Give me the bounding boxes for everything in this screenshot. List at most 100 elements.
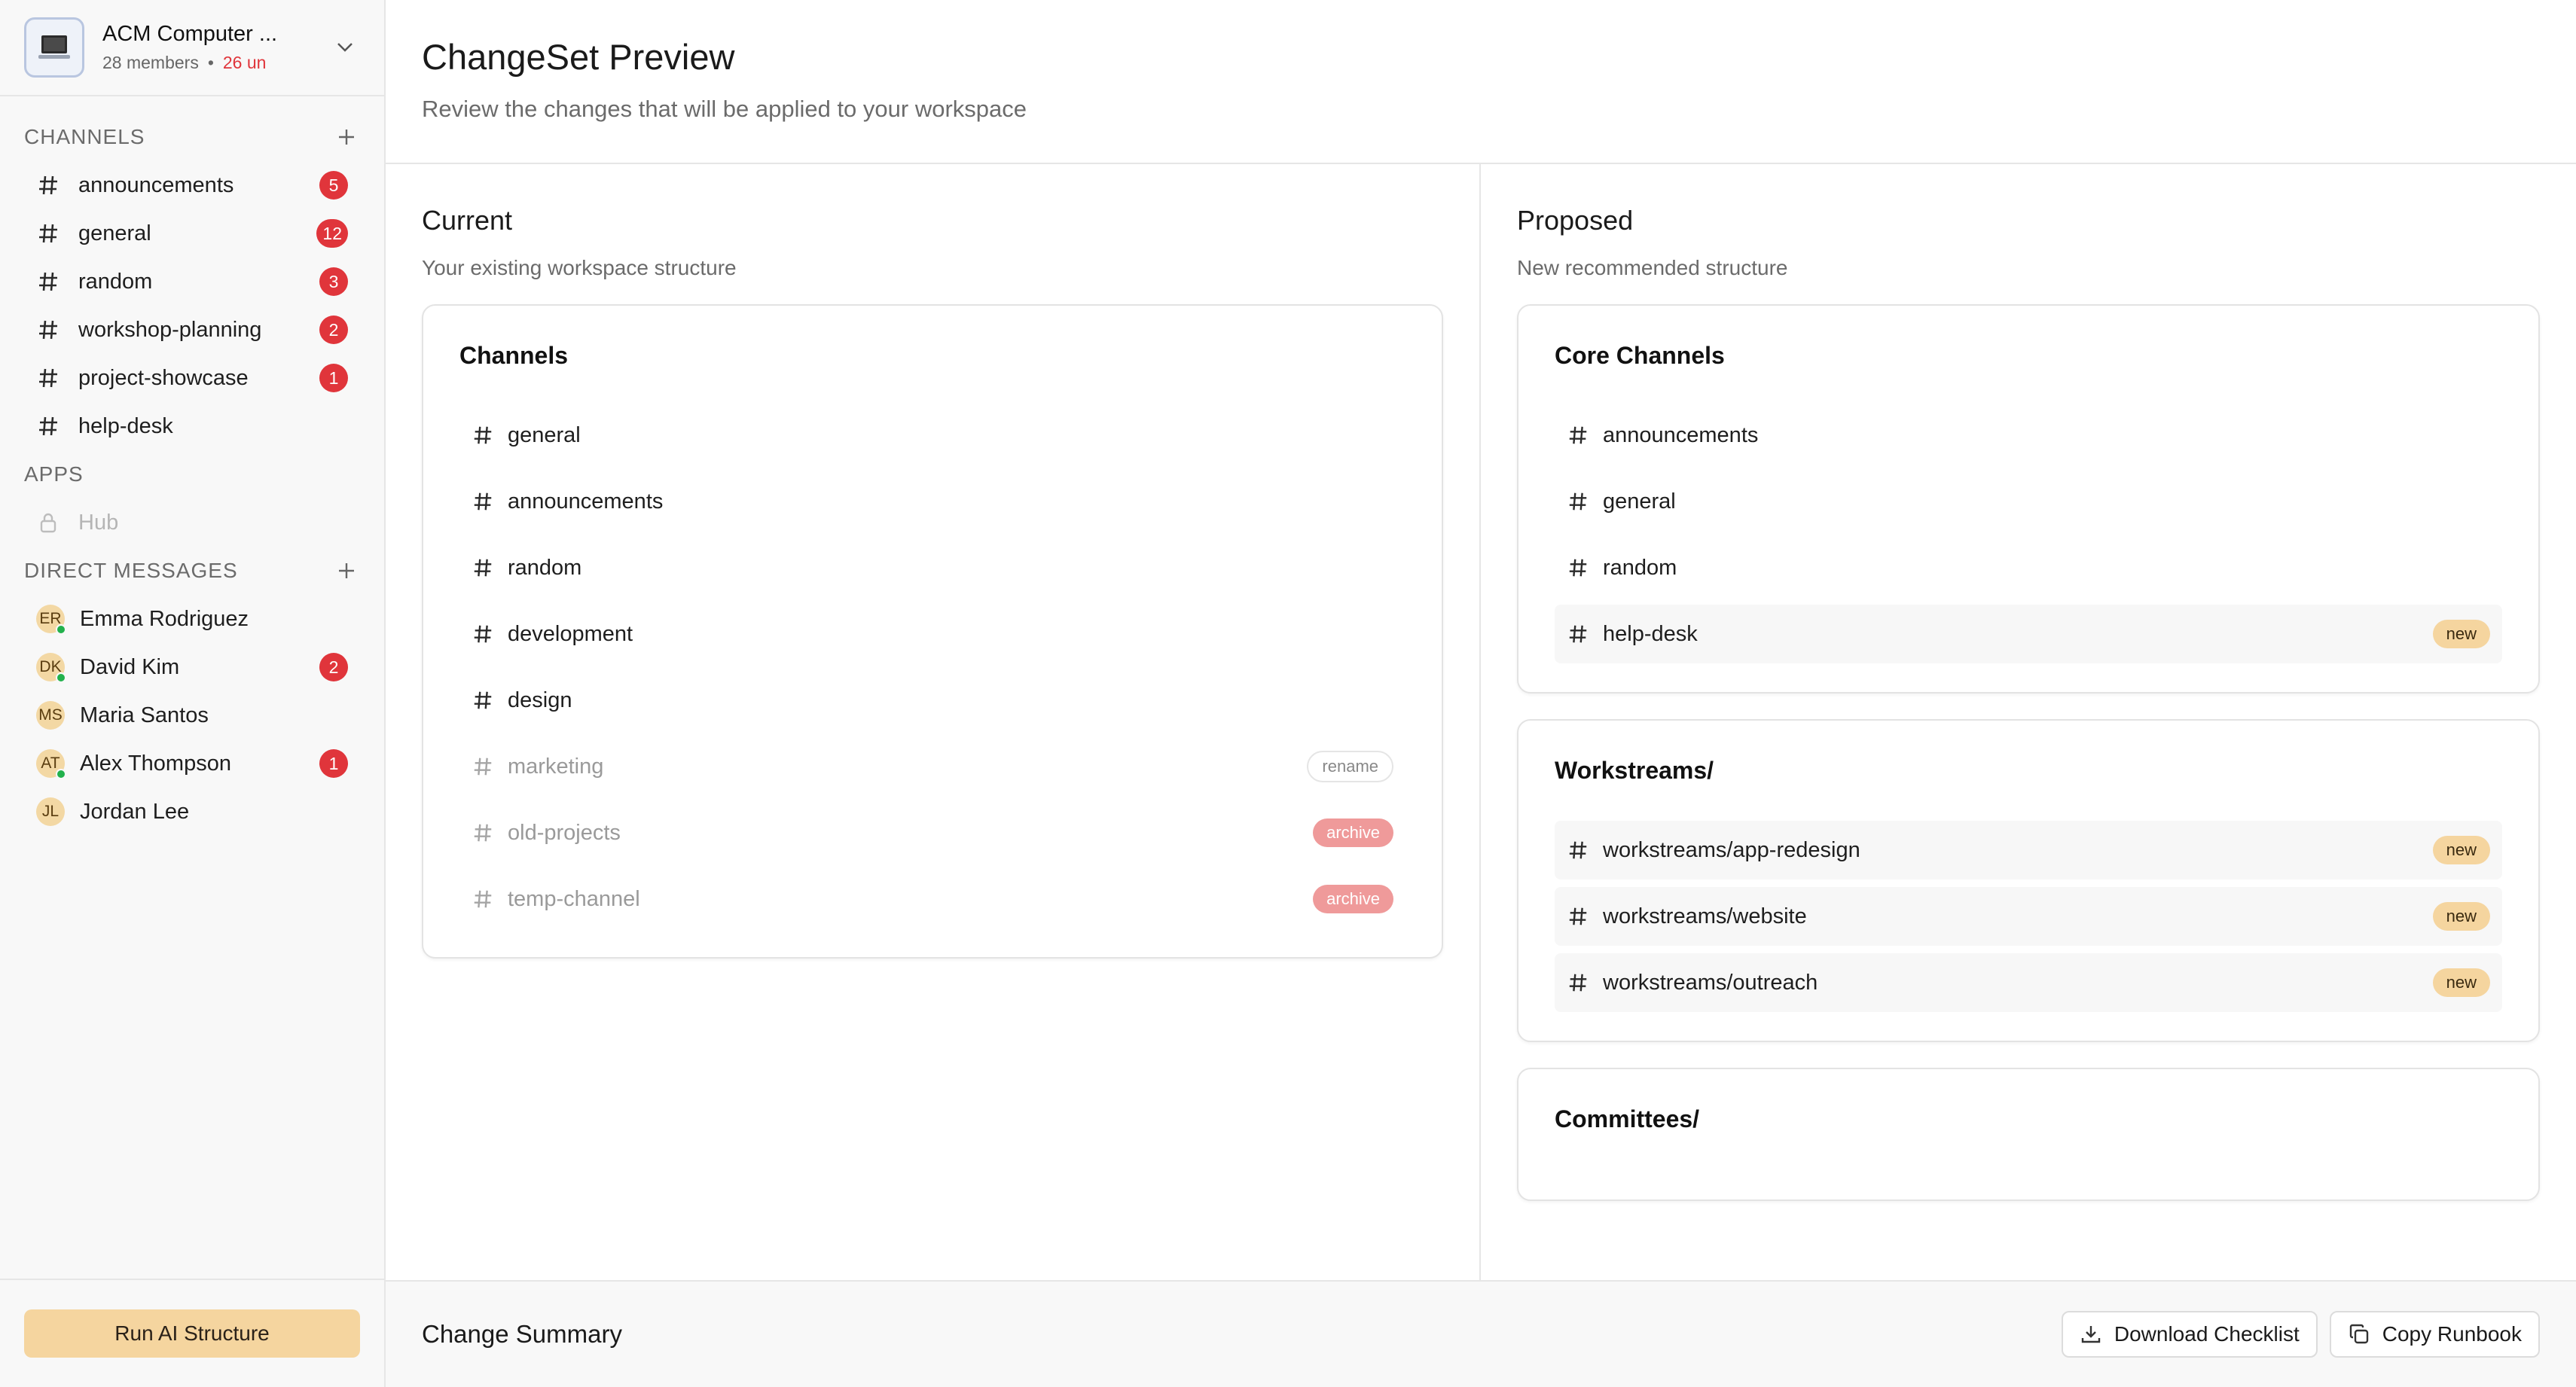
hash-icon (1569, 492, 1587, 511)
sidebar-channel-project-showcase[interactable]: project-showcase 1 (24, 354, 360, 402)
hash-icon (1569, 907, 1587, 925)
channel-name: general (508, 422, 581, 447)
channel-name: design (508, 687, 572, 712)
copy-runbook-label: Copy Runbook (2382, 1322, 2522, 1346)
chevron-down-icon[interactable] (330, 32, 360, 62)
card-title: Workstreams/ (1555, 757, 1714, 784)
sidebar-dm-item[interactable]: ER Emma Rodriguez (24, 595, 360, 643)
proposed-subtitle: New recommended structure (1517, 256, 1788, 279)
channel-name: help-desk (1603, 621, 1698, 646)
channel-row: workstreams/outreach new (1555, 953, 2502, 1012)
channel-row: development (459, 605, 1406, 663)
proposed-column: Proposed New recommended structure Core … (1481, 164, 2576, 1282)
channel-row: help-desk new (1555, 605, 2502, 663)
sidebar-dm-item[interactable]: AT Alex Thompson 1 (24, 739, 360, 788)
channel-row: workstreams/website new (1555, 887, 2502, 946)
sidebar-app-hub[interactable]: Hub (24, 498, 360, 547)
change-tag-new: new (2432, 836, 2490, 864)
online-status-dot (56, 624, 66, 635)
hash-icon (1569, 841, 1587, 859)
avatar-initials: MS (38, 706, 63, 724)
unread-badge: 2 (319, 316, 348, 344)
sidebar-channel-label: workshop-planning (78, 317, 262, 342)
sidebar: ACM Computer ... 28 members • 26 un CHAN… (0, 0, 386, 1387)
card-title: Core Channels (1555, 342, 1725, 369)
channel-name: old-projects (508, 820, 621, 845)
current-card: Channels general announcements random develo… (422, 304, 1443, 959)
hash-icon (474, 758, 492, 776)
sidebar-channel-announcements[interactable]: announcements 5 (24, 161, 360, 209)
add-dm-plus-icon[interactable] (333, 557, 360, 584)
hash-icon (474, 890, 492, 908)
main-content: ChangeSet Preview Review the changes tha… (386, 0, 2576, 1387)
page-subtitle: Review the changes that will be applied … (422, 96, 1027, 122)
hash-icon (39, 320, 57, 340)
workspace-switcher[interactable]: ACM Computer ... 28 members • 26 un (0, 0, 384, 96)
hash-icon (39, 368, 57, 388)
channels-section: CHANNELS announcements 5 general 12 random 3 w… (0, 96, 384, 450)
run-ai-structure-button[interactable]: Run AI Structure (24, 1309, 360, 1358)
copy-icon (2349, 1324, 2368, 1344)
channel-list: announcements 5 general 12 random 3 workshop-p… (24, 161, 360, 450)
app: ACM Computer ... 28 members • 26 un CHAN… (0, 0, 2576, 1387)
channel-name: marketing (508, 754, 604, 779)
proposed-card: Committees/ (1517, 1068, 2540, 1201)
change-tag-new: new (2432, 968, 2490, 997)
channel-row: announcements (1555, 406, 2502, 465)
change-summary-bar: Change Summary Download Checklist Copy R… (386, 1280, 2576, 1387)
hash-icon (474, 492, 492, 511)
download-checklist-button[interactable]: Download Checklist (2061, 1311, 2318, 1358)
hash-icon (39, 224, 57, 243)
page-title: ChangeSet Preview (422, 37, 735, 77)
copy-runbook-button[interactable]: Copy Runbook (2329, 1311, 2540, 1358)
download-checklist-label: Download Checklist (2114, 1322, 2300, 1346)
workspace-members: 28 members (102, 53, 199, 72)
sidebar-channel-label: announcements (78, 172, 234, 197)
avatar: JL (36, 797, 65, 826)
unread-badge: 2 (319, 653, 348, 681)
channel-name: random (508, 555, 582, 580)
channel-name: announcements (508, 489, 664, 514)
channel-row: random (459, 538, 1406, 597)
download-icon (2081, 1326, 2101, 1343)
dm-name: Alex Thompson (80, 751, 231, 776)
avatar-initials: JL (41, 803, 60, 820)
channel-row: marketing rename (459, 737, 1406, 796)
card-title: Committees/ (1555, 1105, 1700, 1132)
sidebar-channel-help-desk[interactable]: help-desk (24, 402, 360, 450)
sidebar-dm-item[interactable]: JL Jordan Lee (24, 788, 360, 836)
channel-name: workstreams/app-redesign (1603, 837, 1860, 862)
sidebar-channel-label: project-showcase (78, 365, 249, 390)
proposed-title: Proposed (1517, 205, 1634, 236)
page-header: ChangeSet Preview Review the changes tha… (386, 0, 2576, 164)
avatar: MS (36, 701, 65, 730)
sidebar-dm-item[interactable]: MS Maria Santos (24, 691, 360, 739)
channel-row: random (1555, 538, 2502, 597)
hash-icon (474, 426, 492, 444)
proposed-card: Workstreams/workstreams/app-redesign new w… (1517, 719, 2540, 1042)
hash-icon (1569, 625, 1587, 643)
sidebar-channel-random[interactable]: random 3 (24, 258, 360, 306)
sidebar-channel-label: help-desk (78, 413, 173, 438)
avatar: AT (36, 749, 66, 779)
channel-row: general (1555, 472, 2502, 531)
channel-name: random (1603, 555, 1677, 580)
dm-heading: DIRECT MESSAGES (24, 559, 238, 582)
sidebar-dm-item[interactable]: DK David Kim 2 (24, 643, 360, 691)
current-title: Current (422, 205, 513, 236)
hash-icon (1569, 426, 1587, 444)
unread-badge: 3 (319, 267, 348, 296)
add-channel-plus-icon[interactable] (333, 123, 360, 151)
channel-name: development (508, 621, 633, 646)
channel-row: workstreams/app-redesign new (1555, 821, 2502, 879)
dm-list: ER Emma Rodriguez DK David Kim 2 MS Maria Sant… (24, 595, 360, 836)
hash-icon (1569, 974, 1587, 992)
unread-badge: 1 (319, 749, 348, 778)
channels-heading: CHANNELS (24, 125, 145, 148)
hash-icon (474, 691, 492, 709)
unread-badge: 12 (316, 219, 348, 248)
proposed-card: Core Channels announcements general random h… (1517, 304, 2540, 694)
sidebar-footer: Run AI Structure (0, 1279, 384, 1387)
sidebar-channel-workshop-planning[interactable]: workshop-planning 2 (24, 306, 360, 354)
sidebar-channel-general[interactable]: general 12 (24, 209, 360, 258)
